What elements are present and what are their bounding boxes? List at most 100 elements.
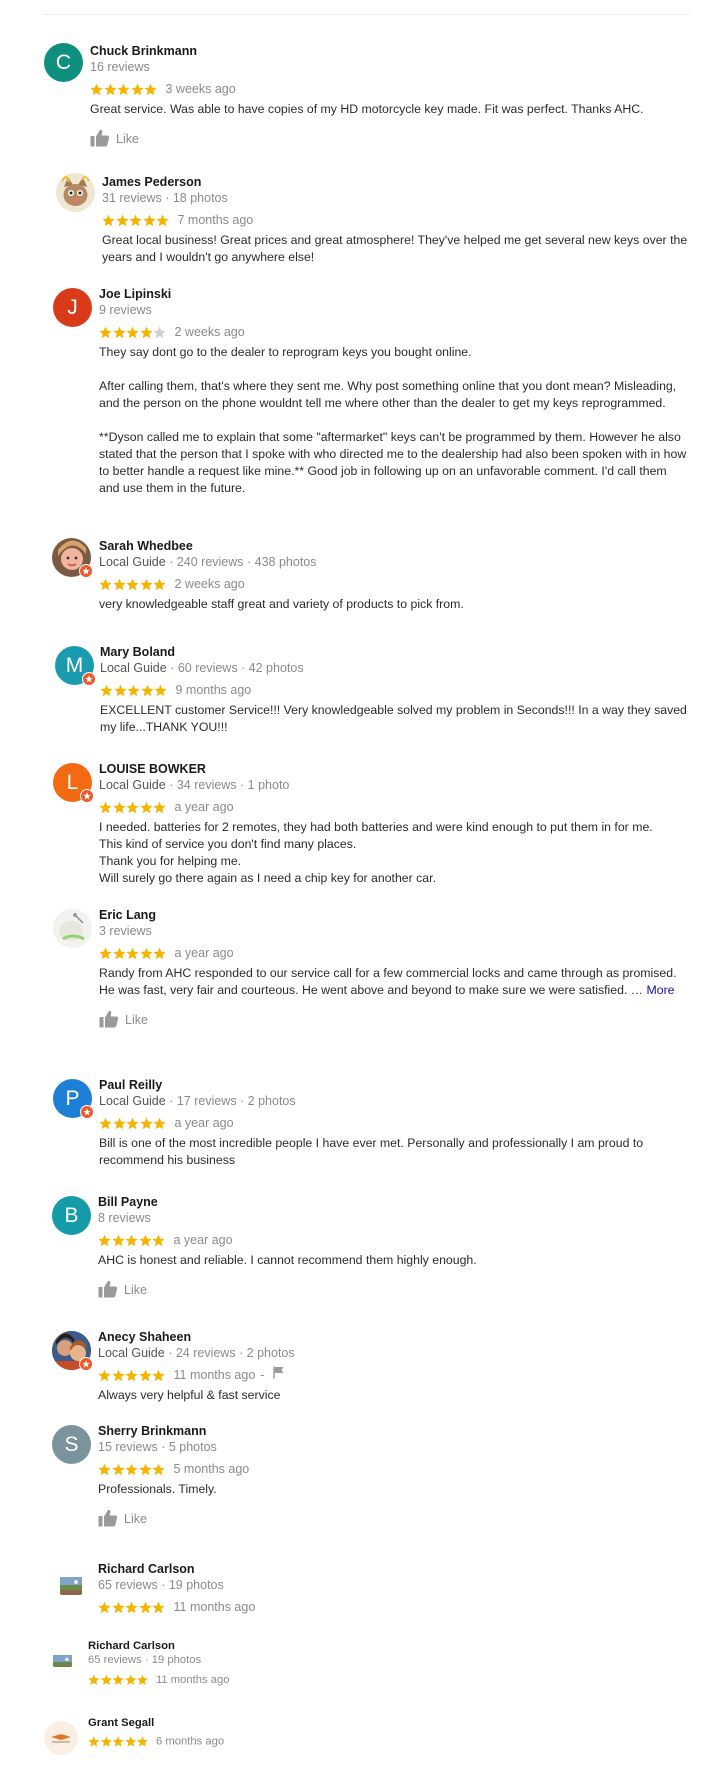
like-label: Like: [125, 1013, 148, 1027]
star-filled-icon: [124, 1735, 136, 1747]
star-filled-icon: [98, 1234, 112, 1247]
review-date: a year ago: [174, 1116, 234, 1130]
photo-avatar[interactable]: [53, 909, 92, 948]
reviewer-name[interactable]: Chuck Brinkmann: [90, 43, 690, 59]
review-text: Great service. Was able to have copies o…: [90, 102, 644, 116]
review-date: a year ago: [174, 800, 234, 814]
star-filled-icon: [126, 1117, 140, 1130]
like-button[interactable]: Like: [90, 128, 690, 150]
reviewer-name[interactable]: Bill Payne: [98, 1194, 688, 1210]
reviewer-name[interactable]: Richard Carlson: [98, 1561, 688, 1577]
star-filled-icon: [99, 1117, 113, 1130]
star-filled-icon: [115, 214, 130, 227]
star-filled-icon: [100, 1674, 112, 1686]
reviewer-name[interactable]: Grant Segall: [88, 1715, 619, 1729]
star-rating: [99, 801, 167, 814]
reviewer-name[interactable]: LOUISE BOWKER: [99, 761, 699, 777]
photo-avatar[interactable]: [52, 1331, 93, 1371]
reviewer-meta: 9 reviews: [99, 303, 152, 317]
reviewer-meta: Local Guide · 34 reviews · 1 photo: [99, 778, 290, 792]
star-filled-icon: [144, 83, 158, 96]
reviewer-name[interactable]: James Pederson: [102, 174, 698, 190]
star-filled-icon: [98, 1601, 112, 1614]
star-filled-icon: [152, 1601, 166, 1614]
reviewer-name[interactable]: Sherry Brinkmann: [98, 1423, 688, 1439]
avatar[interactable]: L: [53, 763, 94, 803]
separator: -: [260, 1368, 265, 1382]
avatar[interactable]: S: [52, 1425, 91, 1464]
star-filled-icon: [152, 1234, 166, 1247]
photo-avatar[interactable]: [52, 538, 93, 578]
avatar[interactable]: C: [44, 43, 83, 82]
logo-avatar[interactable]: [44, 1721, 78, 1755]
star-empty-icon: [153, 326, 167, 339]
avatar[interactable]: P: [53, 1079, 94, 1119]
reviewer-name[interactable]: Mary Boland: [100, 644, 700, 660]
local-guide-badge-icon: [80, 789, 94, 803]
reviewer-name[interactable]: Joe Lipinski: [99, 286, 689, 302]
more-link[interactable]: … More: [631, 983, 675, 997]
flag-icon[interactable]: [273, 1366, 285, 1384]
reviewer-meta: 3 reviews: [99, 924, 152, 938]
review-date: 9 months ago: [175, 683, 252, 697]
local-guide-badge-icon: [80, 1105, 94, 1119]
like-button[interactable]: Like: [99, 1009, 689, 1031]
reviewer-name[interactable]: Sarah Whedbee: [99, 538, 689, 554]
star-filled-icon: [153, 578, 167, 591]
star-filled-icon: [111, 1234, 126, 1247]
star-filled-icon: [98, 1369, 112, 1382]
avatar[interactable]: J: [53, 288, 92, 327]
star-filled-icon: [99, 947, 113, 960]
star-filled-icon: [102, 214, 116, 227]
review-date: 5 months ago: [173, 1462, 250, 1476]
like-label: Like: [124, 1512, 147, 1526]
star-rating: [88, 1674, 149, 1686]
landscape-photo-avatar[interactable]: [60, 1573, 82, 1595]
star-filled-icon: [111, 1601, 126, 1614]
thumbs-up-icon: [99, 1010, 125, 1031]
reviewer-meta: 16 reviews: [90, 60, 150, 74]
star-filled-icon: [136, 1674, 149, 1686]
avatar[interactable]: M: [55, 646, 96, 686]
reviewer-meta: Local Guide · 240 reviews · 438 photos: [99, 555, 317, 569]
reviewer-name[interactable]: Eric Lang: [99, 907, 689, 923]
review-text: very knowledgeable staff great and varie…: [99, 597, 464, 611]
reviewer-meta: 65 reviews · 19 photos: [98, 1578, 224, 1592]
star-filled-icon: [100, 684, 114, 697]
like-button[interactable]: Like: [98, 1508, 688, 1530]
star-filled-icon: [100, 1735, 112, 1747]
reviewer-name[interactable]: Paul Reilly: [99, 1077, 689, 1093]
star-filled-icon: [125, 1234, 139, 1247]
star-filled-icon: [112, 578, 127, 591]
star-filled-icon: [112, 1674, 124, 1686]
star-filled-icon: [111, 1369, 126, 1382]
star-filled-icon: [126, 947, 140, 960]
star-filled-icon: [139, 578, 154, 591]
review-text: Randy from AHC responded to our service …: [99, 966, 677, 997]
review-text: Bill is one of the most incredible peopl…: [99, 1136, 644, 1167]
review-text: Great local business! Great prices and g…: [102, 233, 688, 264]
reviewer-meta: Local Guide · 60 reviews · 42 photos: [100, 661, 304, 675]
star-filled-icon: [138, 1369, 153, 1382]
like-button[interactable]: Like: [98, 1279, 688, 1301]
avatar[interactable]: B: [52, 1196, 91, 1235]
review-date: 11 months ago: [173, 1368, 256, 1382]
star-rating: [98, 1463, 166, 1476]
reviewer-name[interactable]: Richard Carlson: [88, 1638, 619, 1652]
star-filled-icon: [112, 326, 127, 339]
star-filled-icon: [153, 1117, 167, 1130]
star-filled-icon: [125, 1369, 139, 1382]
review-date: 2 weeks ago: [174, 577, 245, 591]
local-guide-badge-icon: [79, 564, 93, 578]
landscape-photo-avatar[interactable]: [53, 1648, 72, 1667]
review-text: AHC is honest and reliable. I cannot rec…: [98, 1253, 477, 1267]
star-rating: [98, 1369, 166, 1382]
star-filled-icon: [152, 1463, 166, 1476]
reviewer-name[interactable]: Anecy Shaheen: [98, 1329, 688, 1345]
cartoon-cat-avatar[interactable]: [56, 173, 95, 212]
star-rating: [99, 578, 167, 591]
star-filled-icon: [138, 1601, 153, 1614]
star-filled-icon: [142, 214, 157, 227]
like-label: Like: [124, 1283, 147, 1297]
star-filled-icon: [138, 1463, 153, 1476]
